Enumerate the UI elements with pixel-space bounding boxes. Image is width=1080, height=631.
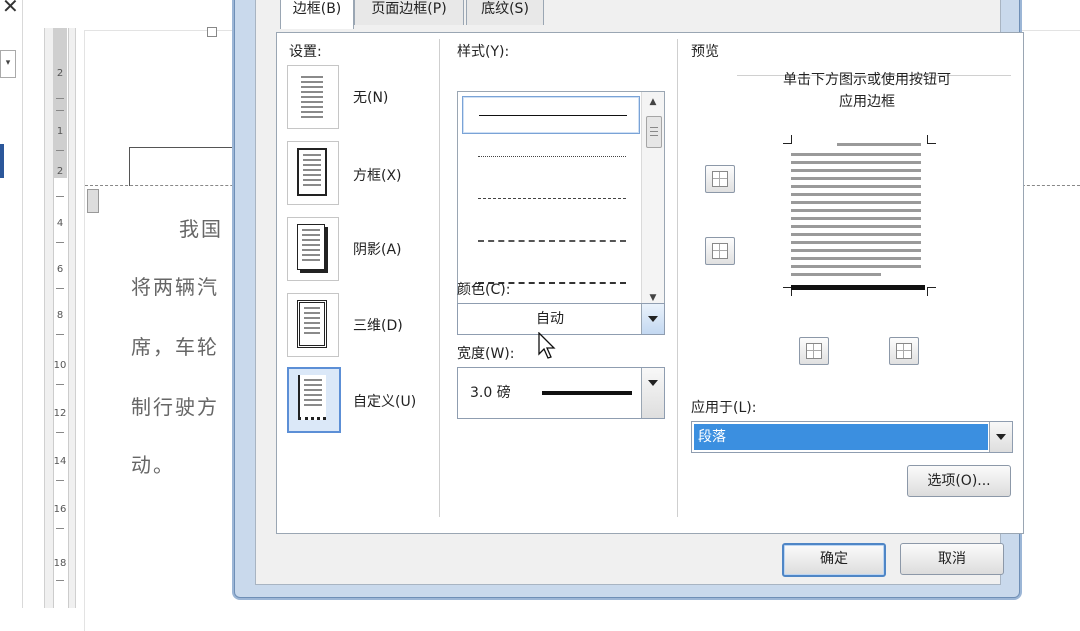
top-border-button-icon[interactable] bbox=[705, 165, 735, 193]
setting-custom-icon[interactable] bbox=[287, 367, 341, 433]
color-dropdown[interactable]: 自动 bbox=[457, 303, 665, 335]
inside-horizontal-border-button-icon[interactable] bbox=[705, 237, 735, 265]
setting-box-label[interactable]: 方框(X) bbox=[353, 165, 402, 185]
border-preview[interactable] bbox=[791, 143, 925, 283]
ruler-number: 8 bbox=[56, 310, 64, 321]
bottom-border-preview-line bbox=[791, 285, 925, 290]
borders-and-shading-dialog: 边框(B) 页面边框(P) 底纹(S) 设置: 无(N) 方框(X) 阴影(A)… bbox=[234, 0, 1024, 598]
document-text-line[interactable]: 动。 bbox=[131, 449, 175, 478]
chevron-down-icon[interactable] bbox=[641, 368, 664, 418]
document-text-line[interactable]: 制行驶方 bbox=[131, 391, 219, 420]
apply-to-value: 段落 bbox=[694, 424, 988, 450]
indent-handle[interactable] bbox=[87, 189, 99, 213]
borders-tab-panel: 设置: 无(N) 方框(X) 阴影(A) 三维(D) 自定义(U) 样式(Y):… bbox=[276, 32, 1024, 534]
dialog-body: 边框(B) 页面边框(P) 底纹(S) 设置: 无(N) 方框(X) 阴影(A)… bbox=[255, 0, 1024, 585]
options-button[interactable]: 选项(O)... bbox=[907, 465, 1011, 497]
right-border-button-icon[interactable] bbox=[889, 337, 919, 365]
ruler-number: 1 bbox=[56, 126, 64, 137]
setting-shadow-label[interactable]: 阴影(A) bbox=[353, 239, 402, 259]
style-item-dashed[interactable] bbox=[462, 222, 638, 258]
cancel-button[interactable]: 取消 bbox=[900, 543, 1004, 575]
preview-hint-line2: 应用边框 bbox=[839, 94, 895, 110]
preview-hint-line1: 单击下方图示或使用按钮可 bbox=[783, 72, 951, 88]
ruler-number: 12 bbox=[53, 408, 67, 419]
ruler-number: 2 bbox=[56, 68, 64, 79]
mouse-cursor-icon bbox=[538, 332, 556, 359]
style-item-solid[interactable] bbox=[462, 96, 640, 134]
style-label: 样式(Y): bbox=[457, 44, 510, 60]
document-text-line[interactable]: 将两辆汽 bbox=[131, 271, 219, 300]
ok-button[interactable]: 确定 bbox=[782, 543, 886, 577]
style-list-scrollbar[interactable]: ▲ ▼ bbox=[641, 92, 664, 308]
ruler-number: 6 bbox=[56, 264, 64, 275]
color-label: 颜色(C): bbox=[457, 282, 511, 298]
ruler-number: 18 bbox=[53, 558, 67, 569]
chevron-down-icon[interactable]: ▾ bbox=[0, 50, 16, 78]
tab-borders[interactable]: 边框(B) bbox=[280, 0, 354, 29]
ruler-number: 10 bbox=[53, 360, 67, 371]
setting-shadow-icon[interactable] bbox=[287, 217, 339, 281]
style-item-dotted[interactable] bbox=[462, 138, 638, 174]
paragraph-border-marker bbox=[129, 147, 240, 186]
setting-custom-label[interactable]: 自定义(U) bbox=[353, 391, 416, 411]
selection-indicator bbox=[0, 144, 4, 178]
ruler-number: 14 bbox=[53, 456, 67, 467]
ruler-number: 16 bbox=[53, 504, 67, 515]
settings-label: 设置: bbox=[289, 44, 322, 60]
ruler-number: 2 bbox=[56, 166, 64, 177]
navigation-pane: ✕ ▾ bbox=[0, 0, 23, 608]
scroll-thumb[interactable] bbox=[646, 116, 662, 148]
scroll-up-icon[interactable]: ▲ bbox=[642, 92, 664, 112]
preview-label: 预览 bbox=[691, 44, 719, 60]
setting-box-icon[interactable] bbox=[287, 141, 339, 205]
apply-to-dropdown[interactable]: 段落 bbox=[691, 421, 1013, 453]
document-text-line[interactable]: 我国 bbox=[179, 213, 223, 242]
width-dropdown[interactable]: 3.0 磅 bbox=[457, 367, 665, 419]
width-sample-line bbox=[542, 391, 632, 395]
chevron-down-icon[interactable] bbox=[641, 304, 664, 334]
color-value: 自动 bbox=[536, 311, 564, 327]
style-item-dashed-small[interactable] bbox=[462, 180, 638, 216]
tab-page-border[interactable]: 页面边框(P) bbox=[354, 0, 464, 25]
tab-shading[interactable]: 底纹(S) bbox=[466, 0, 544, 25]
width-value: 3.0 磅 bbox=[470, 385, 511, 401]
setting-none-label[interactable]: 无(N) bbox=[353, 87, 388, 107]
left-border-button-icon[interactable] bbox=[799, 337, 829, 365]
chevron-down-icon[interactable] bbox=[989, 422, 1012, 452]
width-label: 宽度(W): bbox=[457, 346, 515, 362]
setting-3d-icon[interactable] bbox=[287, 293, 339, 357]
close-icon[interactable]: ✕ bbox=[2, 0, 19, 18]
apply-to-label: 应用于(L): bbox=[691, 400, 757, 416]
ruler-number: 4 bbox=[56, 218, 64, 229]
setting-none-icon[interactable] bbox=[287, 65, 339, 129]
setting-3d-label[interactable]: 三维(D) bbox=[353, 315, 403, 335]
style-list[interactable]: ▲ ▼ bbox=[457, 91, 665, 309]
vertical-ruler[interactable]: 2 1 2 4 6 8 10 12 14 16 18 bbox=[44, 28, 76, 608]
document-text-line[interactable]: 席，车轮 bbox=[131, 331, 219, 360]
